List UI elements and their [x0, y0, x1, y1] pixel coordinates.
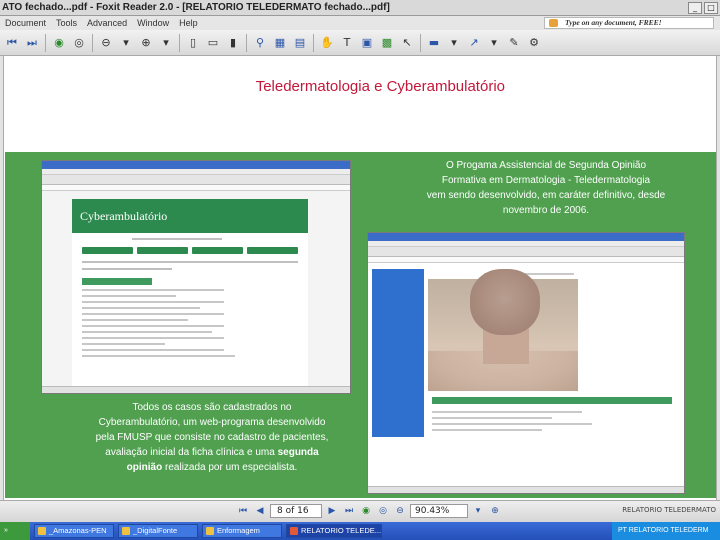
- pdf-icon: [290, 527, 298, 535]
- taskbar-item[interactable]: _DigitalFonte: [118, 524, 198, 538]
- zoom-dropdown-icon[interactable]: ▾: [471, 504, 485, 518]
- page-number-field[interactable]: 8 of 16: [270, 504, 322, 518]
- slide-title: Teledermatologia e Cyberambulatório: [255, 78, 505, 95]
- document-area[interactable]: Teledermatologia e Cyberambulatório Cybe…: [0, 56, 720, 500]
- highlight-icon[interactable]: ▬: [426, 35, 442, 51]
- column-icon[interactable]: ▦: [272, 35, 288, 51]
- taskbar-item-active[interactable]: RELATORIO TELEDE...: [286, 524, 382, 538]
- patient-photo: [428, 269, 578, 391]
- zoom-out-icon[interactable]: ⊖: [98, 35, 114, 51]
- arrow-dropdown-icon[interactable]: ▾: [486, 35, 502, 51]
- toolbar-separator: [45, 33, 46, 52]
- menu-document[interactable]: Document: [0, 18, 51, 28]
- select-icon[interactable]: ↖: [399, 35, 415, 51]
- zoom-in-icon[interactable]: ⊕: [488, 504, 502, 518]
- folder-icon: [206, 527, 214, 535]
- menu-advanced[interactable]: Advanced: [82, 18, 132, 28]
- text-select-icon[interactable]: T: [339, 35, 355, 51]
- typewriter-ad-banner[interactable]: Type on any document, FREE!: [544, 17, 714, 29]
- ad-text: Type on any document, FREE!: [565, 18, 662, 27]
- left-panel-edge[interactable]: [0, 56, 4, 500]
- last-page-icon[interactable]: ⏭: [342, 504, 356, 518]
- toolbar-separator: [92, 33, 93, 52]
- window-titlebar: ATO fechado...pdf - Foxit Reader 2.0 - […: [0, 0, 720, 16]
- zoom-field[interactable]: 90.43%: [410, 504, 468, 518]
- menu-window[interactable]: Window: [132, 18, 174, 28]
- facing-icon[interactable]: ▮: [225, 35, 241, 51]
- maximize-button[interactable]: □: [704, 1, 718, 14]
- main-toolbar: ⏮ ⏭ ◉ ◎ ⊖ ▾ ⊕ ▾ ▯ ▭ ▮ ⚲ ▦ ▤ ✋ T ▣ ▩ ↖ ▬ …: [0, 30, 720, 56]
- single-page-icon[interactable]: ▯: [185, 35, 201, 51]
- forward-icon[interactable]: ◎: [71, 35, 87, 51]
- typewriter-icon[interactable]: ✎: [506, 35, 522, 51]
- hand-icon[interactable]: ✋: [319, 35, 335, 51]
- record-main: [424, 269, 678, 437]
- arrow-tool-icon[interactable]: ↗: [466, 35, 482, 51]
- settings-icon[interactable]: ⚙: [526, 35, 542, 51]
- menu-bar: Document Tools Advanced Window Help Type…: [0, 16, 720, 30]
- minimize-button[interactable]: _: [688, 1, 702, 14]
- image-icon[interactable]: ▩: [379, 35, 395, 51]
- system-tray: PT RELATORIO TELEDERM: [612, 522, 720, 540]
- cyberambulatorio-screenshot: Cyberambulatório: [41, 160, 351, 394]
- taskbar: » _Amazonas-PEN _DigitalFonte Enformagem…: [0, 522, 720, 540]
- cyber-header: Cyberambulatório: [72, 199, 308, 233]
- next-page-icon[interactable]: ▶: [325, 504, 339, 518]
- zoom-out-icon[interactable]: ⊖: [393, 504, 407, 518]
- slide-green-panel: Cyberambulatório O Progama Assistencial …: [5, 152, 716, 498]
- typewriter-ad-icon: [549, 19, 558, 27]
- status-right-text: RELATORIO TELEDERMATO: [622, 506, 716, 514]
- cyber-logo: Cyberambulatório: [80, 209, 168, 223]
- caption-right: O Progama Assistencial de Segunda Opiniã…: [426, 160, 666, 216]
- first-page-icon[interactable]: ⏮: [236, 504, 250, 518]
- toolbar-separator: [179, 33, 180, 52]
- toolbar-separator: [313, 33, 314, 52]
- toolbar-separator: [246, 33, 247, 52]
- last-page-icon[interactable]: ⏭: [24, 35, 40, 51]
- back-view-icon[interactable]: ◉: [359, 504, 373, 518]
- menu-tools[interactable]: Tools: [51, 18, 82, 28]
- zoom-in-icon[interactable]: ⊕: [138, 35, 154, 51]
- zoom-in-dropdown-icon[interactable]: ▾: [158, 35, 174, 51]
- window-title: ATO fechado...pdf - Foxit Reader 2.0 - […: [2, 2, 390, 13]
- status-bar: ⏮ ◀ 8 of 16 ▶ ⏭ ◉ ◎ ⊖ 90.43% ▾ ⊕ RELATOR…: [0, 500, 720, 522]
- record-section-bar: [432, 397, 672, 404]
- split-icon[interactable]: ▤: [292, 35, 308, 51]
- menu-help[interactable]: Help: [174, 18, 203, 28]
- first-page-icon[interactable]: ⏮: [4, 35, 20, 51]
- zoom-dropdown-icon[interactable]: ▾: [118, 35, 134, 51]
- vertical-scrollbar[interactable]: [716, 56, 720, 500]
- snapshot-icon[interactable]: ▣: [359, 35, 375, 51]
- cyber-body: [72, 233, 308, 393]
- start-button[interactable]: »: [0, 522, 30, 540]
- folder-icon: [38, 527, 46, 535]
- prev-page-icon[interactable]: ◀: [253, 504, 267, 518]
- pdf-page: Teledermatologia e Cyberambulatório Cybe…: [5, 56, 716, 500]
- caption-left: Todos os casos são cadastrados no Cybera…: [95, 402, 329, 473]
- patient-record-screenshot: [367, 232, 685, 494]
- page-navigation: ⏮ ◀ 8 of 16 ▶ ⏭ ◉ ◎ ⊖ 90.43% ▾ ⊕: [236, 504, 502, 518]
- folder-icon: [122, 527, 130, 535]
- taskbar-item[interactable]: Enformagem: [202, 524, 282, 538]
- binoculars-icon[interactable]: ⚲: [252, 35, 268, 51]
- forward-view-icon[interactable]: ◎: [376, 504, 390, 518]
- toolbar-separator: [420, 33, 421, 52]
- back-icon[interactable]: ◉: [51, 35, 67, 51]
- taskbar-item[interactable]: _Amazonas-PEN: [34, 524, 114, 538]
- highlight-dropdown-icon[interactable]: ▾: [446, 35, 462, 51]
- continuous-icon[interactable]: ▭: [205, 35, 221, 51]
- record-sidebar: [372, 269, 424, 437]
